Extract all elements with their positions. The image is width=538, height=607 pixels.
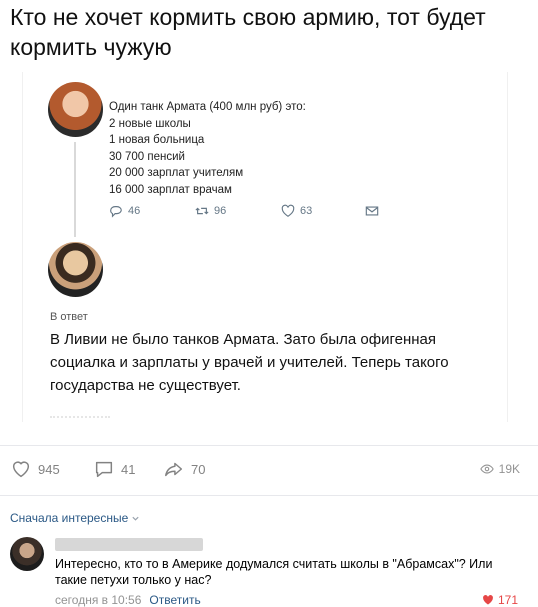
comment-text: Интересно, кто то в Америке додумался сч…	[55, 557, 493, 587]
comment-like-count: 171	[497, 593, 518, 607]
comment-icon	[95, 461, 113, 478]
reply-text: В Ливии не было танков Армата. Зато была…	[50, 331, 449, 394]
tweet-text: Один танк Армата (400 млн руб) это: 2 но…	[109, 99, 306, 198]
tweet-actions: 46 96 63	[109, 204, 409, 224]
tweet-line: 1 новая больница	[109, 134, 205, 146]
like-count: 945	[38, 461, 60, 477]
comment-author-avatar[interactable]	[10, 537, 44, 571]
comments-sort-label: Сначала интересные	[10, 511, 129, 525]
tweet-line: 16 000 зарплат врачам	[109, 183, 232, 196]
heart-icon	[281, 204, 295, 217]
comment-like-button[interactable]: 171	[482, 593, 518, 607]
post-title: Кто не хочет кормить свою армию, тот буд…	[10, 4, 486, 60]
heart-icon	[12, 461, 30, 478]
reply-label: В ответ	[50, 311, 88, 323]
share-icon	[165, 462, 183, 477]
divider	[0, 445, 538, 446]
tweet-retweet-action: 96	[195, 204, 226, 218]
comments-sort-dropdown[interactable]: Сначала интересные	[10, 511, 140, 525]
tweet-like-count: 63	[300, 205, 313, 217]
tweet-reply-count: 46	[128, 205, 141, 217]
reply-author-avatar	[48, 242, 103, 297]
tweet-reply-action: 46	[109, 204, 140, 218]
eye-icon	[479, 464, 494, 474]
comment-time: сегодня в 10:56	[55, 593, 142, 607]
tweet-retweet-count: 96	[214, 205, 227, 217]
embedded-tweet-screenshot: Один танк Армата (400 млн руб) это: 2 но…	[22, 72, 508, 422]
like-button[interactable]: 945	[10, 458, 60, 480]
mail-icon	[365, 206, 379, 216]
views-counter: 19K	[479, 462, 520, 476]
card-fade-line	[50, 416, 110, 421]
post-actions-bar: 945 41 70 19K	[10, 458, 530, 482]
chevron-down-icon	[132, 516, 139, 521]
tweet-like-action: 63	[281, 204, 312, 218]
reply-icon	[110, 206, 122, 218]
divider	[0, 495, 538, 496]
share-button[interactable]: 70	[163, 458, 205, 480]
share-count: 70	[191, 461, 206, 477]
heart-icon	[483, 595, 493, 605]
thread-line	[74, 142, 76, 237]
comment-button[interactable]: 41	[93, 458, 135, 480]
retweet-icon	[195, 207, 209, 215]
comment-meta: сегодня в 10:56 Ответить	[55, 593, 201, 607]
comment-author-name-redacted	[55, 538, 203, 551]
tweet-line: 20 000 зарплат учителям	[109, 167, 244, 179]
comment-count: 41	[121, 461, 136, 477]
views-count: 19K	[498, 462, 520, 476]
tweet-author-avatar	[48, 82, 103, 137]
tweet-dm-action	[365, 204, 379, 218]
tweet-line: 2 новые школы	[109, 117, 191, 130]
comment-reply-link[interactable]: Ответить	[149, 593, 200, 607]
tweet-line: 30 700 пенсий	[109, 150, 185, 163]
tweet-line: Один танк Армата (400 млн руб) это:	[109, 101, 306, 113]
